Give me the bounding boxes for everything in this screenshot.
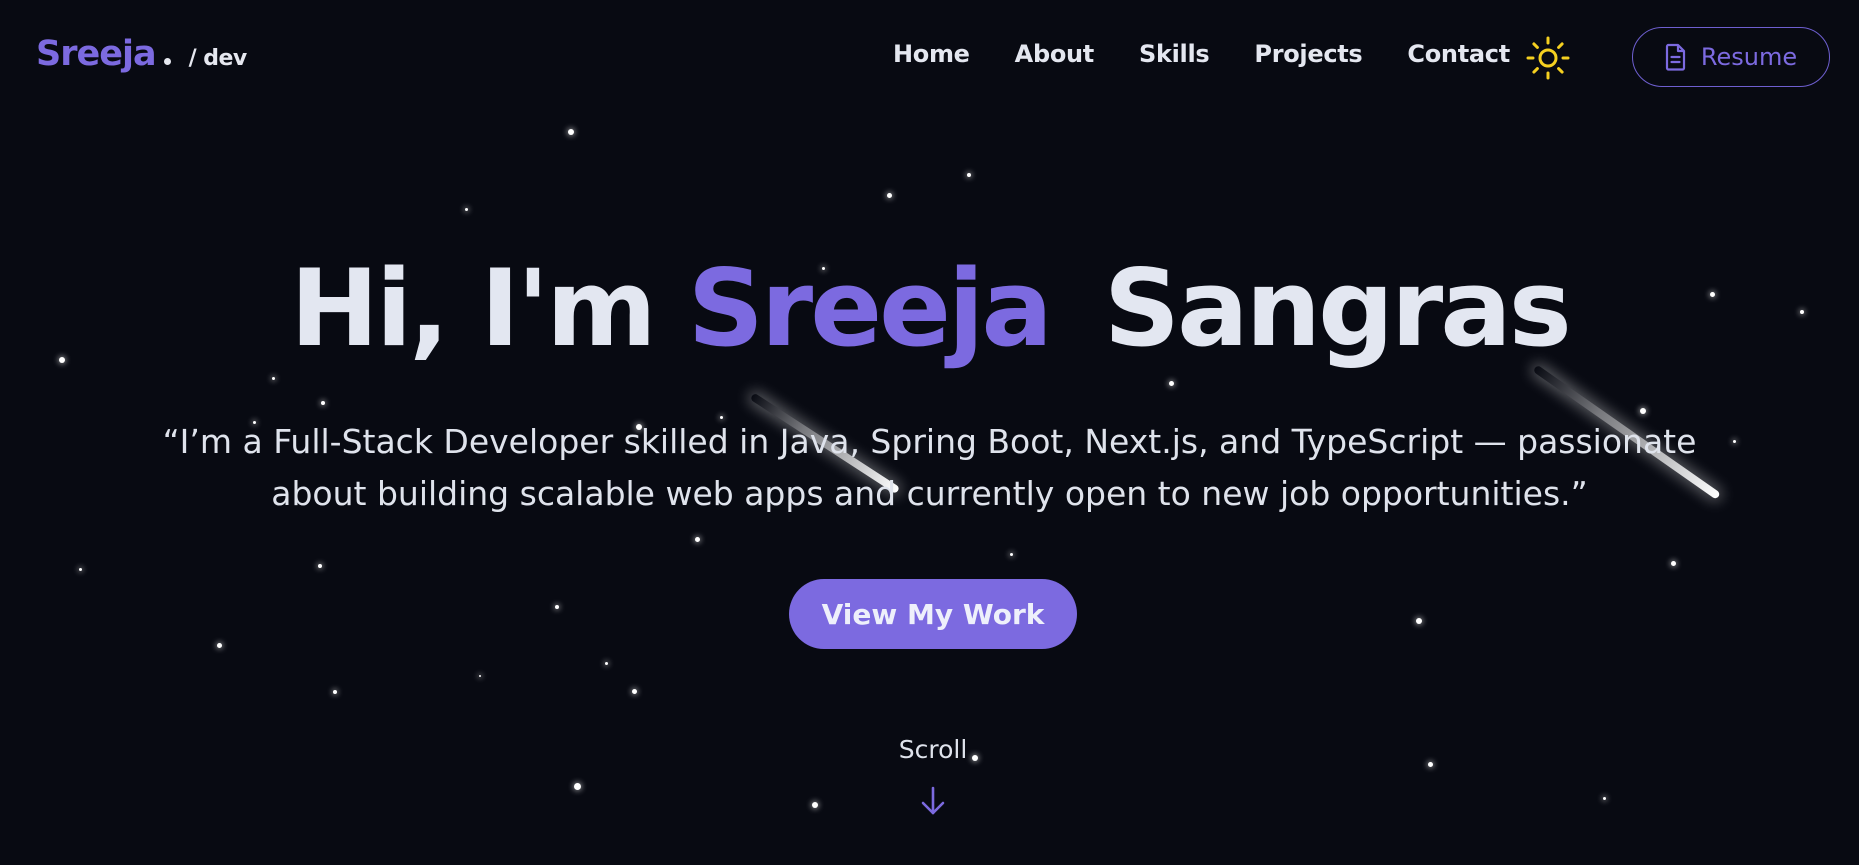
- star: [568, 129, 574, 135]
- star: [465, 208, 468, 211]
- nav-link-projects[interactable]: Projects: [1254, 40, 1362, 68]
- sun-icon: [1526, 36, 1570, 80]
- star: [1733, 440, 1736, 443]
- star: [1640, 408, 1646, 414]
- scroll-label: Scroll: [898, 735, 968, 764]
- nav-link-contact[interactable]: Contact: [1407, 40, 1510, 68]
- star: [318, 564, 322, 568]
- hero-quote: “I’m a Full-Stack Developer skilled in J…: [162, 422, 1697, 513]
- star: [333, 690, 337, 694]
- star: [967, 173, 971, 177]
- star: [1603, 797, 1606, 800]
- star: [887, 193, 892, 198]
- brand-dot: [163, 58, 171, 65]
- nav-link-about[interactable]: About: [1015, 40, 1095, 68]
- star: [574, 783, 581, 790]
- theme-toggle-button[interactable]: [1526, 36, 1570, 80]
- document-icon: [1665, 43, 1685, 71]
- hero-title: Hi, I'm Sreeja Sangras: [0, 256, 1859, 362]
- star: [1169, 381, 1174, 386]
- view-my-work-button[interactable]: View My Work: [789, 579, 1077, 649]
- navbar: Sreeja / dev Home About Skills Projects …: [0, 0, 1859, 118]
- arrow-down-icon: [921, 786, 945, 815]
- star: [632, 689, 637, 694]
- resume-button[interactable]: Resume: [1632, 27, 1830, 87]
- hero-greeting: Hi, I'm: [290, 247, 657, 370]
- nav-link-home[interactable]: Home: [893, 40, 970, 68]
- star: [79, 568, 82, 571]
- star: [479, 675, 481, 677]
- star: [1671, 561, 1676, 566]
- resume-label: Resume: [1700, 43, 1798, 71]
- hero-first-name: Sreeja: [687, 247, 1053, 370]
- star: [1416, 618, 1422, 624]
- nav-links: Home About Skills Projects Contact: [893, 40, 1555, 68]
- star: [605, 662, 608, 665]
- star: [1010, 553, 1013, 556]
- star: [695, 537, 700, 542]
- star: [272, 377, 275, 380]
- brand-name: Sreeja: [36, 34, 157, 74]
- nav-link-skills[interactable]: Skills: [1139, 40, 1210, 68]
- star: [555, 605, 559, 609]
- star: [321, 401, 325, 405]
- hero-last-name: Sangras: [1103, 247, 1572, 370]
- brand-suffix: / dev: [188, 46, 248, 71]
- star: [217, 643, 222, 648]
- star: [812, 802, 818, 808]
- scroll-down-button[interactable]: [918, 785, 948, 817]
- brand-logo[interactable]: Sreeja / dev: [36, 34, 247, 74]
